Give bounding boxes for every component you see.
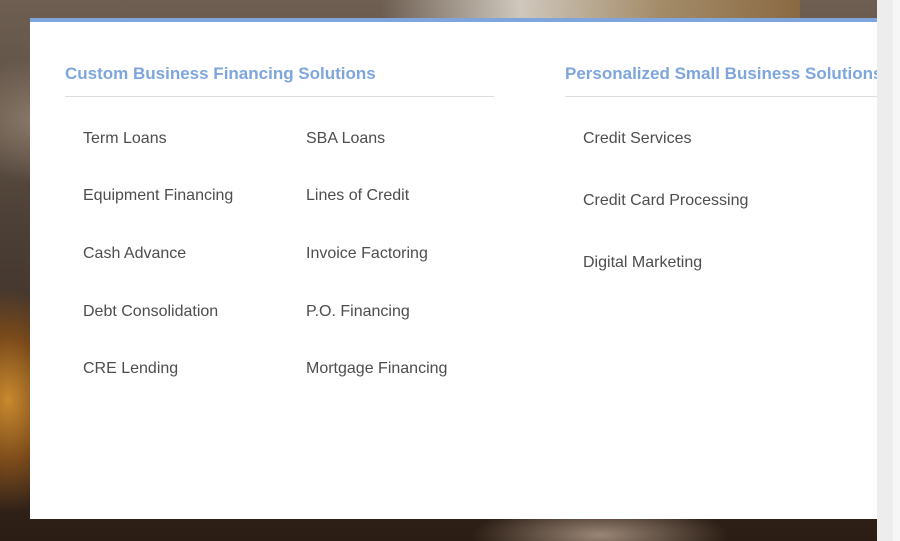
menu-link-cre-lending[interactable]: CRE Lending [83,360,178,378]
scrollbar-thumb[interactable] [893,0,900,541]
business-solutions-group: Personalized Small Business Solutions Cr… [565,22,877,271]
background-image [380,0,800,20]
financing-solutions-group: Custom Business Financing Solutions Term… [65,22,494,377]
menu-link-sba-loans[interactable]: SBA Loans [306,130,385,148]
menu-link-term-loans[interactable]: Term Loans [83,130,167,148]
menu-link-mortgage-financing[interactable]: Mortgage Financing [306,360,447,378]
menu-link-po-financing[interactable]: P.O. Financing [306,303,410,321]
page-scrollbar[interactable] [877,0,900,541]
business-solutions-heading: Personalized Small Business Solutions [565,22,877,97]
menu-link-credit-card-processing[interactable]: Credit Card Processing [583,192,748,210]
menu-link-invoice-factoring[interactable]: Invoice Factoring [306,245,428,263]
menu-link-debt-consolidation[interactable]: Debt Consolidation [83,303,218,321]
financing-solutions-heading: Custom Business Financing Solutions [65,22,494,97]
menu-link-equipment-financing[interactable]: Equipment Financing [83,187,233,205]
menu-link-cash-advance[interactable]: Cash Advance [83,245,186,263]
menu-link-digital-marketing[interactable]: Digital Marketing [583,254,702,272]
mega-menu-dropdown: Custom Business Financing Solutions Term… [30,18,877,519]
menu-link-lines-of-credit[interactable]: Lines of Credit [306,187,409,205]
menu-link-credit-services[interactable]: Credit Services [583,130,691,148]
